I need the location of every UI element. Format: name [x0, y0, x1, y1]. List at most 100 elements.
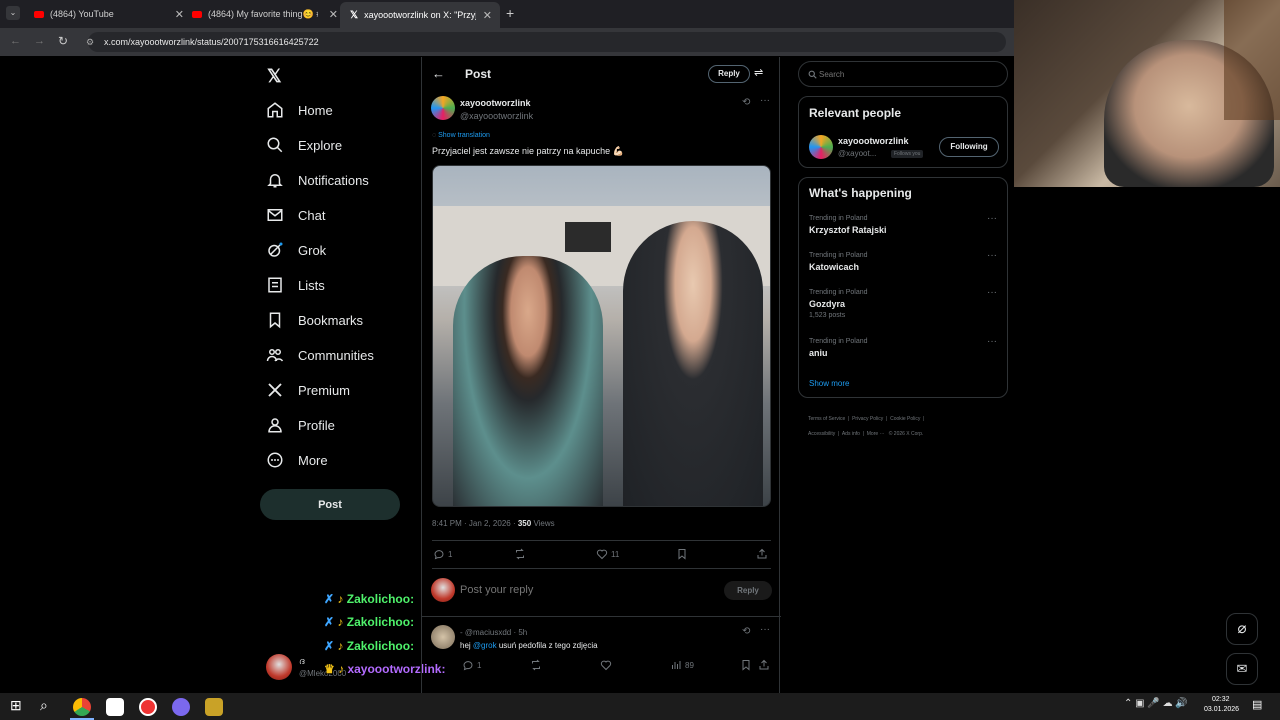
- footer-link[interactable]: Accessibility: [808, 431, 835, 437]
- comment-bookmark-action[interactable]: [740, 659, 752, 671]
- post-button[interactable]: Post: [260, 489, 400, 520]
- nav-chat[interactable]: Chat: [266, 200, 325, 230]
- trend-item[interactable]: Trending in Poland Krzysztof Ratajski: [809, 215, 887, 235]
- trend-item[interactable]: Trending in Poland Gozdyra 1,523 posts: [809, 289, 868, 319]
- footer-link[interactable]: More ···: [867, 431, 885, 437]
- close-tab-icon[interactable]: ✕: [483, 9, 492, 22]
- sword-icon: ✗: [324, 639, 335, 653]
- tweet-photo[interactable]: [432, 165, 771, 507]
- clock-time[interactable]: 02:32: [1212, 696, 1230, 703]
- forward-icon[interactable]: →: [34, 35, 45, 47]
- comment-reply-action[interactable]: 1: [462, 659, 481, 671]
- search-input[interactable]: [819, 67, 999, 81]
- trend-item[interactable]: Trending in Poland Katowicach: [809, 252, 868, 272]
- author-handle[interactable]: @xayoootworzlink: [460, 111, 533, 121]
- grok-icon[interactable]: ⟲: [742, 626, 750, 637]
- show-more-link[interactable]: Show more: [809, 379, 849, 388]
- nav-explore[interactable]: Explore: [266, 130, 342, 160]
- mention-link[interactable]: @grok: [473, 641, 497, 650]
- search-icon[interactable]: ⌕: [40, 697, 48, 714]
- reply-input[interactable]: [460, 581, 710, 599]
- nav-communities[interactable]: Communities: [266, 340, 374, 370]
- account-avatar[interactable]: [266, 654, 292, 680]
- chrome-icon[interactable]: [73, 698, 91, 716]
- more-options-icon[interactable]: ···: [987, 287, 997, 298]
- league-icon[interactable]: [205, 698, 223, 716]
- search-icon: [267, 137, 283, 153]
- repost-icon: [516, 548, 524, 560]
- nav-home[interactable]: Home: [266, 95, 333, 125]
- nav-bookmarks[interactable]: Bookmarks: [266, 305, 363, 335]
- more-options-icon[interactable]: ···: [987, 336, 997, 347]
- clock-date[interactable]: 03.01.2026: [1204, 706, 1239, 713]
- account-name: ദ: [299, 656, 305, 666]
- close-tab-icon[interactable]: ✕: [329, 8, 338, 21]
- url-field[interactable]: ⚙ x.com/xayoootworzlink/status/200717531…: [86, 32, 1006, 52]
- more-options-icon[interactable]: ···: [987, 213, 997, 224]
- bookmark-action[interactable]: [676, 548, 688, 560]
- windows-start-icon[interactable]: ⊞: [10, 697, 22, 714]
- windows-taskbar: ⊞ ⌕ ⌃ ▣ 🎤 ☁ 🔊 02:32 03.01.2026 ▤: [0, 693, 1280, 720]
- repost-action[interactable]: [514, 548, 529, 560]
- back-arrow-icon[interactable]: ←: [432, 66, 445, 81]
- tab-x-post[interactable]: 𝕏 xayoootworzlink on X: "Przyjaci ✕: [340, 2, 500, 28]
- more-options-icon[interactable]: ···: [987, 250, 997, 261]
- reply-submit-button[interactable]: Reply: [724, 581, 772, 600]
- like-action[interactable]: 11: [596, 548, 619, 560]
- messages-float-button[interactable]: ✉: [1226, 653, 1258, 685]
- comment-handle[interactable]: - @maciusxdd · 5h: [460, 628, 527, 637]
- more-options-icon[interactable]: ···: [760, 95, 770, 106]
- footer-link[interactable]: Privacy Policy: [852, 416, 883, 422]
- comment-share-action[interactable]: [758, 659, 770, 671]
- author-avatar[interactable]: [431, 96, 455, 120]
- discord-icon[interactable]: [172, 698, 190, 716]
- tab-youtube[interactable]: (4864) YouTube ✕: [24, 4, 184, 24]
- show-translation-link[interactable]: ◌ Show translation: [432, 132, 490, 139]
- back-icon[interactable]: ←: [10, 35, 21, 47]
- relevant-handle[interactable]: @xayoot...: [838, 149, 876, 158]
- nav-more[interactable]: More: [266, 445, 328, 475]
- commenter-avatar[interactable]: [431, 625, 455, 649]
- comment-text: hej @grok usuń pedofila z tego zdjęcia: [460, 641, 598, 650]
- obs-icon[interactable]: [139, 698, 157, 716]
- grok-icon[interactable]: ⟲: [742, 97, 750, 108]
- new-tab-button[interactable]: +: [506, 5, 514, 21]
- tab-search-button[interactable]: ⌄: [6, 6, 20, 20]
- nav-premium[interactable]: Premium: [266, 375, 350, 405]
- nav-notifications[interactable]: Notifications: [266, 165, 369, 195]
- sliders-icon[interactable]: ⇌: [754, 66, 763, 79]
- relevant-name[interactable]: xayoootworzlink: [838, 136, 909, 146]
- footer-link[interactable]: Cookie Policy: [890, 416, 920, 422]
- divider: [432, 568, 771, 569]
- bookmark-icon: [742, 660, 750, 671]
- nav-lists[interactable]: Lists: [266, 270, 325, 300]
- notifications-icon[interactable]: ▤: [1252, 698, 1262, 711]
- more-options-icon[interactable]: ···: [760, 624, 770, 635]
- reload-icon[interactable]: ↻: [58, 34, 68, 48]
- search-box[interactable]: [798, 61, 1008, 87]
- grok-float-button[interactable]: ⌀: [1226, 613, 1258, 645]
- whats-happening-card: What's happening Trending in Poland Krzys…: [798, 177, 1008, 398]
- share-icon: [759, 659, 769, 670]
- comment-like-action[interactable]: [600, 659, 612, 671]
- tray-icons[interactable]: ⌃ ▣ 🎤 ☁ 🔊: [1124, 698, 1188, 709]
- trend-item[interactable]: Trending in Poland aniu: [809, 338, 868, 358]
- site-info-icon[interactable]: ⚙: [86, 32, 94, 52]
- footer-link[interactable]: Ads info: [842, 431, 860, 437]
- nav-profile[interactable]: Profile: [266, 410, 335, 440]
- comment-repost-action[interactable]: [530, 659, 542, 671]
- tab-favorite-thing[interactable]: (4864) My favorite thing😊 #sc ✕: [182, 4, 338, 24]
- author-name[interactable]: xayoootworzlink: [460, 98, 531, 108]
- x-logo-icon[interactable]: 𝕏: [267, 66, 282, 87]
- nav-grok[interactable]: Grok: [266, 235, 326, 265]
- relevant-avatar[interactable]: [809, 135, 833, 159]
- comment-views-action[interactable]: 89: [670, 659, 694, 671]
- notes-app-icon[interactable]: [106, 698, 124, 716]
- footer-link[interactable]: Terms of Service: [808, 416, 845, 422]
- share-action[interactable]: [756, 548, 768, 560]
- reply-header-button[interactable]: Reply: [708, 65, 750, 83]
- reply-action[interactable]: 1: [433, 548, 452, 560]
- tweet-text: Przyjaciel jest zawsze nie patrzy na kap…: [432, 146, 624, 156]
- my-avatar: [431, 578, 455, 602]
- following-button[interactable]: Following: [939, 137, 999, 157]
